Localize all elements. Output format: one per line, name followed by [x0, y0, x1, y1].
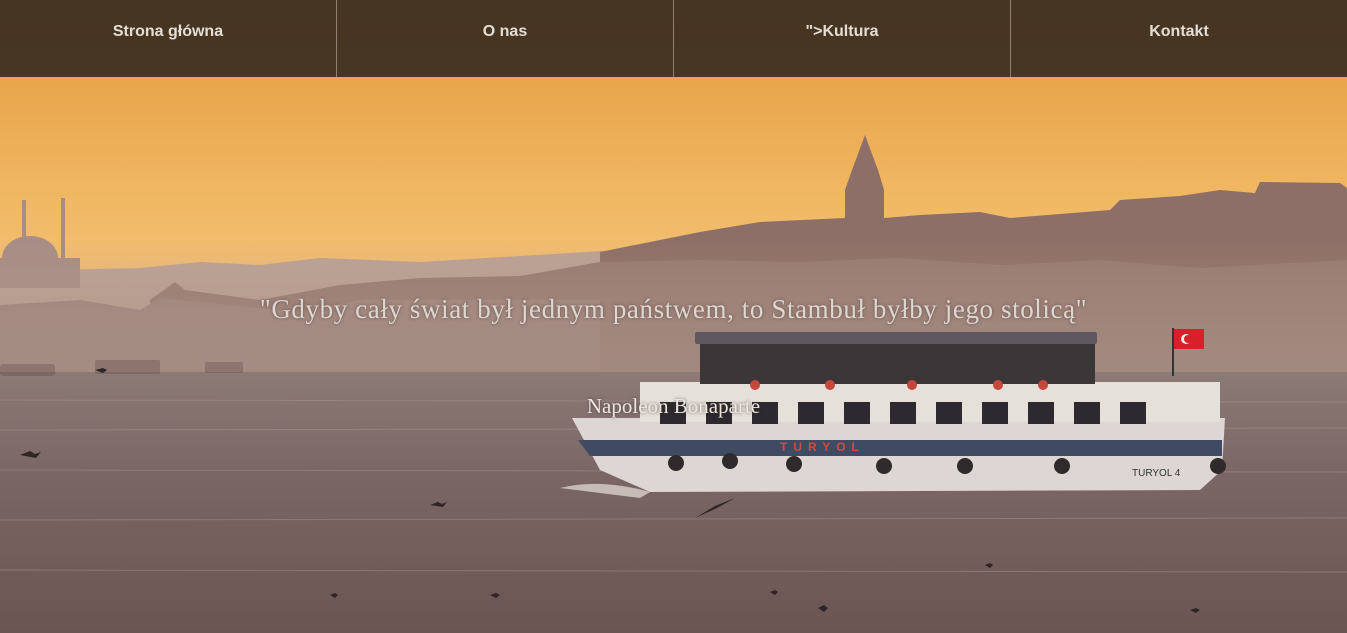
- ship-name-label: TURYOL: [780, 440, 865, 454]
- ship-stern-label: TURYOL 4: [1132, 468, 1181, 479]
- nav-link-about[interactable]: O nas: [337, 0, 674, 77]
- quote-author: Napoleon Bonaparte: [586, 394, 761, 418]
- nav-link-contact[interactable]: Kontakt: [1011, 0, 1347, 77]
- nav-link-culture[interactable]: ">Kultura: [674, 0, 1011, 77]
- nav-link-home[interactable]: Strona główna: [0, 0, 337, 77]
- top-navigation: Strona główna O nas ">Kultura Kontakt: [0, 0, 1347, 77]
- hero-quote: "Gdyby cały świat był jednym państwem, t…: [259, 294, 1088, 324]
